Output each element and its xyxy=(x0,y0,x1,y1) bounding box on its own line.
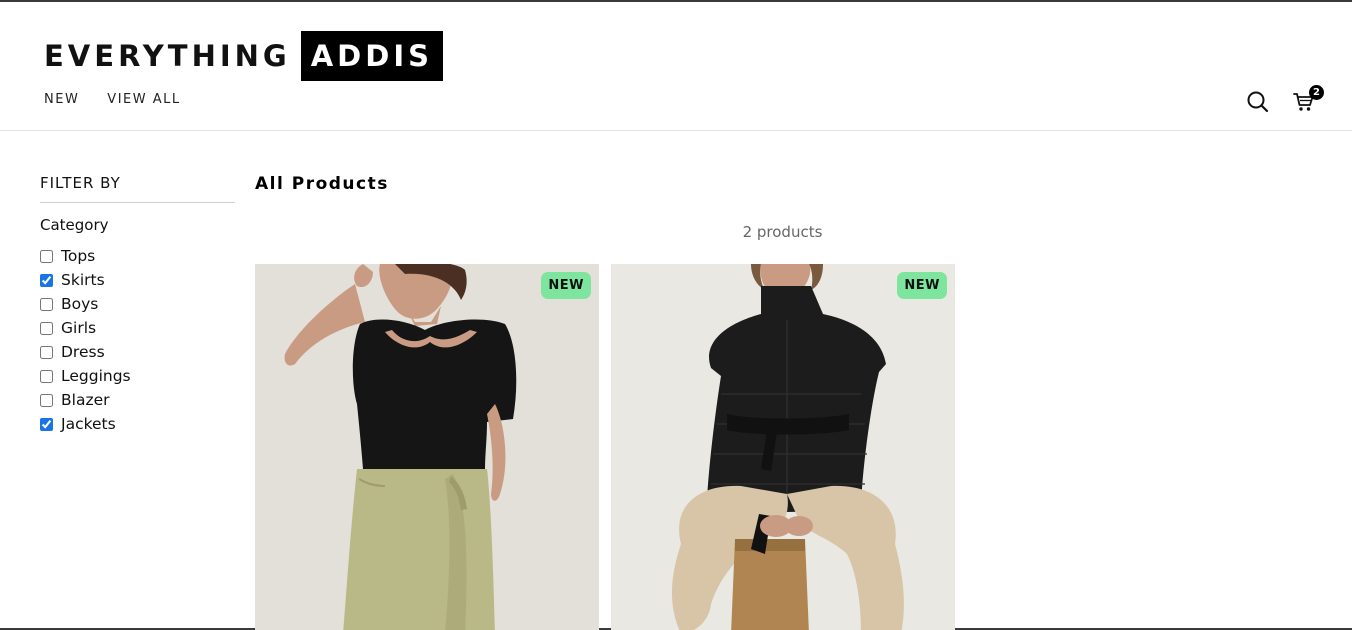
product-image-skirt-outfit xyxy=(255,264,599,630)
category-item-leggings[interactable]: Leggings xyxy=(40,364,235,388)
nav-link-view-all[interactable]: VIEW ALL xyxy=(107,92,180,107)
category-label: Tops xyxy=(61,247,96,265)
category-checkbox-girls[interactable] xyxy=(40,321,53,335)
category-checkbox-dress[interactable] xyxy=(40,345,53,359)
product-card[interactable]: NEW xyxy=(255,264,599,630)
category-item-jackets[interactable]: Jackets xyxy=(40,412,235,436)
category-list: Tops Skirts Boys Girls Dress Leggings Blazer Ja… xyxy=(40,244,235,436)
category-label: Skirts xyxy=(61,271,105,289)
product-count: 2 products xyxy=(742,223,823,241)
category-label: Blazer xyxy=(61,391,110,409)
header-icons: 2 xyxy=(1246,85,1324,114)
page-title: All Products xyxy=(255,174,389,194)
new-badge: NEW xyxy=(541,272,591,299)
cart-count-badge: 2 xyxy=(1309,85,1324,100)
category-checkbox-skirts[interactable] xyxy=(40,273,53,287)
category-label: Jackets xyxy=(61,415,116,433)
category-checkbox-boys[interactable] xyxy=(40,297,53,311)
filter-sidebar: FILTER BY Category Tops Skirts Boys Girls Dr… xyxy=(40,174,235,436)
category-checkbox-jackets[interactable] xyxy=(40,417,53,431)
category-checkbox-leggings[interactable] xyxy=(40,369,53,383)
logo-text-everything: EVERYTHING xyxy=(44,39,291,73)
main-nav: NEW VIEW ALL xyxy=(44,92,181,107)
site-logo[interactable]: EVERYTHING ADDIS xyxy=(44,31,443,81)
product-listing: All Products 2 products NEW NEW xyxy=(255,174,1315,630)
logo-text-addis: ADDIS xyxy=(300,31,443,81)
category-label: Leggings xyxy=(61,367,131,385)
category-label: Dress xyxy=(61,343,105,361)
category-item-blazer[interactable]: Blazer xyxy=(40,388,235,412)
nav-link-new[interactable]: NEW xyxy=(44,92,79,107)
category-checkbox-blazer[interactable] xyxy=(40,393,53,407)
search-icon[interactable] xyxy=(1246,90,1270,114)
category-item-boys[interactable]: Boys xyxy=(40,292,235,316)
category-item-dress[interactable]: Dress xyxy=(40,340,235,364)
category-checkbox-tops[interactable] xyxy=(40,249,53,263)
category-item-girls[interactable]: Girls xyxy=(40,316,235,340)
category-item-tops[interactable]: Tops xyxy=(40,244,235,268)
category-label: Girls xyxy=(61,319,97,337)
product-grid: NEW NEW xyxy=(255,264,955,630)
category-heading: Category xyxy=(40,216,109,234)
filter-by-heading: FILTER BY xyxy=(40,174,235,203)
site-header: EVERYTHING ADDIS NEW VIEW ALL 2 xyxy=(0,2,1352,131)
category-label: Boys xyxy=(61,295,99,313)
cart-button[interactable]: 2 xyxy=(1292,85,1324,114)
new-badge: NEW xyxy=(897,272,947,299)
product-image-puffer-vest-outfit xyxy=(611,264,955,630)
category-item-skirts[interactable]: Skirts xyxy=(40,268,235,292)
product-card[interactable]: NEW xyxy=(611,264,955,630)
